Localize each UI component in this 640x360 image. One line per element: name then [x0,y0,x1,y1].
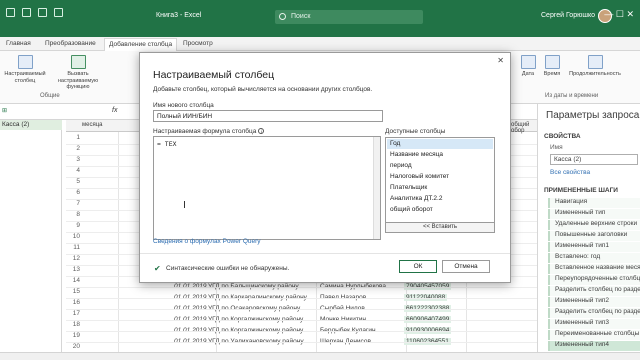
info-icon[interactable]: i [258,128,265,135]
formula-label: Настраиваемая формула столбца i [153,128,265,135]
new-column-name-label: Имя нового столбца [153,102,214,109]
custom-column-dialog: ✕ Настраиваемый столбец Добавьте столбец… [139,52,511,283]
available-column-item[interactable]: Название месяца [387,150,493,160]
search-icon [279,13,286,20]
cancel-button[interactable]: Отмена [442,260,490,273]
available-column-item[interactable]: Налоговый комитет [387,172,493,182]
syntax-status: Синтаксические ошибки не обнаружены. [166,265,290,272]
status-bar [0,352,640,360]
window-buttons[interactable]: — ☐ ✕ [604,9,634,20]
redo-icon[interactable] [54,8,63,17]
window-title: Книга3 - Excel [156,12,202,19]
power-query-formulas-link[interactable]: Сведения о формулах Power Query [153,238,261,245]
available-columns-list: Год Название месяца период Налоговый ком… [385,137,495,229]
insert-button[interactable]: << Вставить [385,222,495,233]
autosave-icon[interactable] [6,8,15,17]
search-placeholder: Поиск [291,13,311,20]
dialog-description: Добавьте столбец, который вычисляется на… [153,86,373,93]
available-columns-label: Доступные столбцы [385,128,446,135]
text-cursor [184,201,185,208]
save-icon[interactable] [22,8,31,17]
available-column-item[interactable]: общий оборот [387,205,493,215]
available-column-item[interactable]: Плательщик [387,183,493,193]
formula-text: = TEX [157,141,177,148]
formula-scrollbar[interactable] [373,137,380,239]
ok-button[interactable]: ОК [399,260,437,273]
title-bar: Книга3 - Excel Поиск Сергей Горюшко — ☐ … [0,0,640,37]
checkmark-icon: ✔ [154,264,161,273]
search-input[interactable]: Поиск [275,10,423,24]
quick-access-toolbar [6,8,63,17]
undo-icon[interactable] [38,8,47,17]
available-column-item[interactable]: период [387,161,493,171]
user-name[interactable]: Сергей Горюшко [541,12,595,19]
available-column-item[interactable]: Аналитика ДТ.2.2 [387,194,493,204]
new-column-name-input[interactable]: Полный ИИН/БИН [153,110,383,122]
formula-editor[interactable]: = TEX [153,136,381,240]
dialog-divider [140,253,510,254]
available-column-item[interactable]: Год [387,139,493,149]
dialog-title: Настраиваемый столбец [153,69,275,81]
close-icon[interactable]: ✕ [497,56,504,65]
